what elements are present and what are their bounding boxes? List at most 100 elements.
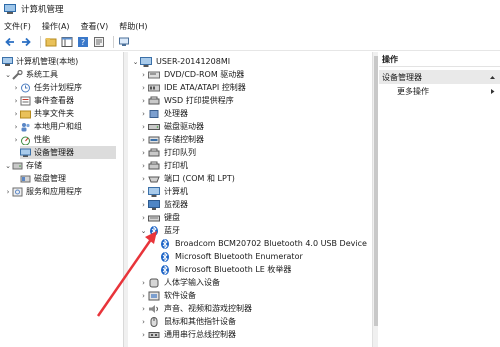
speaker-icon xyxy=(148,304,160,314)
tree-item-disk-management[interactable]: 磁盘管理 xyxy=(20,172,66,185)
chevron-right-icon[interactable]: › xyxy=(139,175,148,183)
menu-help[interactable]: 帮助(H) xyxy=(119,21,147,32)
chevron-right-icon[interactable]: › xyxy=(139,305,148,313)
chevron-right-icon[interactable]: › xyxy=(12,123,20,131)
menu-file[interactable]: 文件(F) xyxy=(4,21,31,32)
tree-item-local-users[interactable]: › 本地用户和组 xyxy=(12,120,82,133)
action-label: 更多操作 xyxy=(397,86,429,96)
device-bluetooth-le-enumerator[interactable]: Microsoft Bluetooth LE 枚举器 xyxy=(159,263,291,276)
chevron-right-icon[interactable]: › xyxy=(4,188,12,196)
chevron-right-icon[interactable]: › xyxy=(139,331,148,339)
help-icon[interactable]: ? xyxy=(77,36,89,48)
chevron-right-icon[interactable]: › xyxy=(12,84,20,92)
show-hide-tree-icon[interactable] xyxy=(61,36,73,48)
ide-controller-icon xyxy=(148,83,160,93)
port-icon xyxy=(148,174,160,184)
menu-bar: 文件(F) 操作(A) 查看(V) 帮助(H) xyxy=(0,19,500,33)
bluetooth-icon xyxy=(159,238,171,249)
tree-item-event-viewer[interactable]: › 事件查看器 xyxy=(12,94,74,107)
chevron-right-icon[interactable]: › xyxy=(12,136,20,144)
device-category-print-queue[interactable]: › 打印队列 xyxy=(139,146,196,159)
device-category-dvd[interactable]: › DVD/CD-ROM 驱动器 xyxy=(139,68,244,81)
chevron-right-icon[interactable]: › xyxy=(139,71,148,79)
tree-item-device-manager[interactable]: 设备管理器 xyxy=(20,146,116,159)
device-category-computer[interactable]: › 计算机 xyxy=(139,185,188,198)
device-label: 鼠标和其他指针设备 xyxy=(164,317,236,326)
device-category-usb[interactable]: › 通用串行总线控制器 xyxy=(139,328,236,341)
forward-arrow-icon[interactable] xyxy=(20,36,32,48)
hid-icon xyxy=(148,278,160,288)
device-category-bluetooth[interactable]: ⌄ 蓝牙 xyxy=(139,224,180,237)
device-category-storage-controller[interactable]: › 存储控制器 xyxy=(139,133,204,146)
device-category-ports[interactable]: › 端口 (COM 和 LPT) xyxy=(139,172,235,185)
tree-item-system-tools[interactable]: ⌄ 系统工具 xyxy=(4,68,58,81)
device-category-ide[interactable]: › IDE ATA/ATAPI 控制器 xyxy=(139,81,246,94)
menu-action[interactable]: 操作(A) xyxy=(42,21,70,32)
device-bluetooth-enumerator[interactable]: Microsoft Bluetooth Enumerator xyxy=(159,250,303,263)
device-category-printer[interactable]: › 打印机 xyxy=(139,159,188,172)
chevron-right-icon[interactable]: › xyxy=(139,188,148,196)
svg-text:?: ? xyxy=(81,38,85,47)
dvd-drive-icon xyxy=(148,70,160,80)
device-label: 软件设备 xyxy=(164,291,196,300)
tree-item-storage[interactable]: ⌄ 存储 xyxy=(4,159,42,172)
chevron-right-icon[interactable]: › xyxy=(12,97,20,105)
device-category-disk[interactable]: › 磁盘驱动器 xyxy=(139,120,204,133)
device-label: 端口 (COM 和 LPT) xyxy=(164,174,235,183)
device-category-wsd[interactable]: › WSD 打印提供程序 xyxy=(139,94,234,107)
keyboard-icon xyxy=(148,213,160,223)
chevron-down-icon[interactable]: ⌄ xyxy=(131,58,140,66)
scrollbar-thumb[interactable] xyxy=(374,56,378,326)
computer-management-icon xyxy=(4,4,16,14)
chevron-right-icon[interactable]: › xyxy=(12,110,20,118)
tree-item-task-scheduler[interactable]: › 任务计划程序 xyxy=(12,81,82,94)
bluetooth-icon xyxy=(148,225,160,236)
device-list-scrollbar[interactable] xyxy=(372,52,378,347)
tree-item-services[interactable]: › 服务和应用程序 xyxy=(4,185,82,198)
device-category-keyboard[interactable]: › 键盘 xyxy=(139,211,180,224)
chevron-right-icon[interactable]: › xyxy=(139,110,148,118)
collapse-arrow-icon[interactable] xyxy=(489,74,496,81)
menu-view[interactable]: 查看(V) xyxy=(81,21,109,32)
device-category-mouse[interactable]: › 鼠标和其他指针设备 xyxy=(139,315,236,328)
tree-label: 性能 xyxy=(34,135,50,144)
chevron-right-icon[interactable]: › xyxy=(139,136,148,144)
chevron-right-icon[interactable]: › xyxy=(139,292,148,300)
chevron-right-icon[interactable]: › xyxy=(139,279,148,287)
device-label: 打印队列 xyxy=(164,148,196,157)
tree-item-shared-folders[interactable]: › 共享文件夹 xyxy=(12,107,74,120)
chevron-right-icon[interactable]: › xyxy=(139,162,148,170)
bluetooth-icon xyxy=(159,251,171,262)
chevron-right-icon[interactable]: › xyxy=(139,97,148,105)
console-tree: 计算机管理(本地) ⌄ 系统工具 › 任务计划程序 › 事件查看器 › 共享文件… xyxy=(0,52,124,347)
device-category-hid[interactable]: › 人体学输入设备 xyxy=(139,276,220,289)
properties-icon[interactable] xyxy=(93,36,105,48)
scan-hardware-icon[interactable] xyxy=(118,36,130,48)
chevron-right-icon[interactable]: › xyxy=(139,214,148,222)
device-bluetooth-broadcom[interactable]: Broadcom BCM20702 Bluetooth 4.0 USB Devi… xyxy=(159,237,367,250)
back-arrow-icon[interactable] xyxy=(4,36,16,48)
tree-item-performance[interactable]: › 性能 xyxy=(12,133,50,146)
device-category-sound[interactable]: › 声音、视频和游戏控制器 xyxy=(139,302,252,315)
chevron-right-icon[interactable]: › xyxy=(139,84,148,92)
chevron-right-icon[interactable]: › xyxy=(139,123,148,131)
device-label: 人体学输入设备 xyxy=(164,278,220,287)
device-category-processor[interactable]: › 处理器 xyxy=(139,107,188,120)
chevron-down-icon[interactable]: ⌄ xyxy=(4,71,12,79)
tree-label: 计算机管理(本地) xyxy=(16,57,79,66)
device-root[interactable]: ⌄ USER-20141208MI xyxy=(131,55,230,68)
tree-label: 系统工具 xyxy=(26,70,58,79)
printer-icon xyxy=(148,96,160,106)
left-scrollbar[interactable] xyxy=(124,52,128,347)
device-category-monitor[interactable]: › 监视器 xyxy=(139,198,188,211)
tree-item-root[interactable]: 计算机管理(本地) xyxy=(2,55,78,68)
action-more-actions[interactable]: 更多操作 xyxy=(379,84,500,98)
chevron-down-icon[interactable]: ⌄ xyxy=(139,227,148,235)
device-category-software[interactable]: › 软件设备 xyxy=(139,289,196,302)
chevron-down-icon[interactable]: ⌄ xyxy=(4,162,12,170)
chevron-right-icon[interactable]: › xyxy=(139,149,148,157)
actions-section-device-manager[interactable]: 设备管理器 xyxy=(379,70,500,84)
chevron-right-icon[interactable]: › xyxy=(139,201,148,209)
up-folder-icon[interactable] xyxy=(45,36,57,48)
chevron-right-icon[interactable]: › xyxy=(139,318,148,326)
